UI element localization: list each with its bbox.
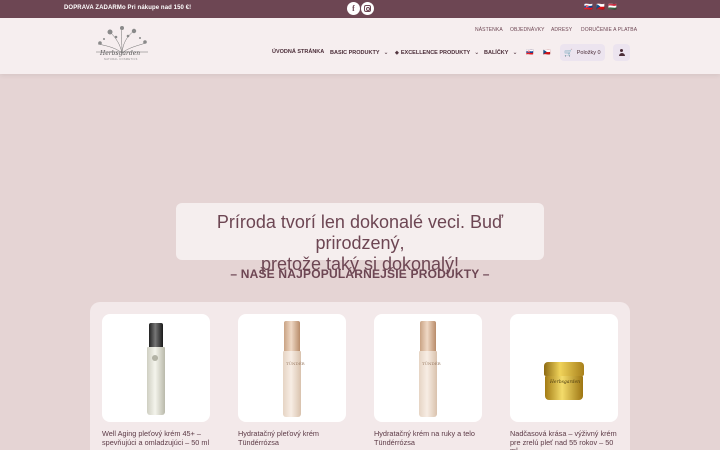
hero-quote-line-1: Príroda tvorí len dokonalé veci. Buď pri… [216,212,504,253]
nav-item-excellence-products[interactable]: ◈ EXCELLENCE PRODUKTY ⌄ [395,49,480,57]
bottle-label: TÜNDÉR [422,361,441,366]
cart-icon: 🛒 [564,49,573,57]
product-card[interactable]: TÜNDÉR Hydratačný pleťový krém Tündérróz… [238,314,346,447]
chevron-down-icon: ⌄ [512,50,518,56]
product-image[interactable] [102,314,210,422]
product-image[interactable]: TÜNDÉR [238,314,346,422]
herbsgarden-logo[interactable]: Herbsgarden NATURAL COSMETICS [90,24,154,64]
user-icon [618,49,625,56]
facebook-icon[interactable]: f [347,2,360,15]
utility-link-shipping[interactable]: DORUČENIE A PLATBA [581,27,637,33]
product-name[interactable]: Well Aging pleťový krém 45+ – spevňujúci… [102,429,210,447]
utility-link-dashboard[interactable]: NÁSTENKA [475,27,503,33]
product-image[interactable]: Herbsgarden [510,314,618,422]
diamond-icon: ◈ [395,49,399,56]
flag-sk-icon[interactable]: 🇸🇰 [584,3,593,12]
product-name[interactable]: Nadčasová krása – výživný krém pre zrelú… [510,429,618,450]
product-card[interactable]: Well Aging pleťový krém 45+ – spevňujúci… [102,314,210,447]
section-title: – NAŠE NAJPOPULÁRNEJŠIE PRODUKTY – [230,267,490,281]
chevron-down-icon: ⌄ [383,50,389,56]
chevron-down-icon: ⌄ [474,50,480,56]
nav-item-home[interactable]: ÚVODNÁ STRÁNKA [272,49,324,55]
jar-label: Herbsgarden [550,380,581,385]
nav-flag-sk[interactable]: 🇸🇰 [526,49,533,56]
gold-pump-bottle-icon: TÜNDÉR [282,321,305,417]
nav-item-label: EXCELLENCE PRODUKTY [400,49,471,56]
language-flags: 🇸🇰 🇨🇿 🇭🇺 [584,3,617,12]
utility-link-orders[interactable]: OBJEDNÁVKY [510,27,545,33]
top-bar: DOPRAVA ZADARMo Pri nákupe nad 150 €! f … [0,0,720,18]
cart-items-count: Položky 0 [576,49,601,56]
product-name[interactable]: Hydratačný krém na ruky a telo Tündérróz… [374,429,482,447]
product-card[interactable]: TÜNDÉR Hydratačný krém na ruky a telo Tü… [374,314,482,447]
nav-item-packages[interactable]: BALÍČKY ⌄ [484,49,518,57]
site-header: Herbsgarden NATURAL COSMETICS NÁSTENKA O… [0,18,720,74]
nav-item-label: BASIC PRODUKTY [330,49,380,56]
free-shipping-promo: DOPRAVA ZADARMo Pri nákupe nad 150 €! [64,5,192,11]
account-button[interactable] [613,44,630,61]
logo-tagline: NATURAL COSMETICS [104,58,138,61]
nav-flag-cz[interactable]: 🇨🇿 [543,49,550,56]
logo-wordmark: Herbsgarden [100,50,141,57]
cart-button[interactable]: 🛒 Položky 0 [560,44,605,61]
gold-pump-bottle-icon: TÜNDÉR [418,321,441,417]
nav-item-label: ÚVODNÁ STRÁNKA [272,49,325,55]
product-name[interactable]: Hydratačný pleťový krém Tündérrózsa [238,429,346,447]
utility-link-addresses[interactable]: ADRESY [551,27,572,33]
gold-jar-icon: Herbsgarden [544,362,584,400]
nav-item-label: BALÍČKY [484,49,509,56]
flag-cz-icon: 🇨🇿 [543,50,551,56]
product-image[interactable]: TÜNDÉR [374,314,482,422]
instagram-icon[interactable] [361,2,374,15]
flag-hu-icon[interactable]: 🇭🇺 [608,3,617,12]
flag-cz-icon[interactable]: 🇨🇿 [596,3,605,12]
hero-quote: Príroda tvorí len dokonalé veci. Buď pri… [176,203,544,274]
dark-pump-bottle-icon [146,323,166,415]
flag-sk-icon: 🇸🇰 [526,50,534,56]
bottle-label: TÜNDÉR [286,361,305,366]
nav-item-basic-products[interactable]: BASIC PRODUKTY ⌄ [330,49,389,57]
product-card[interactable]: Herbsgarden Nadčasová krása – výživný kr… [510,314,618,450]
